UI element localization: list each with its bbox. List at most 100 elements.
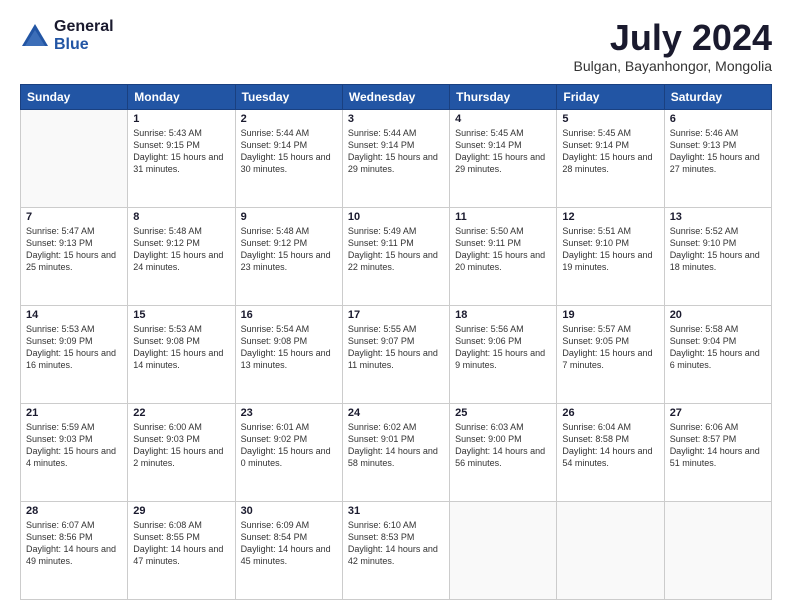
sunset-text: Sunset: 9:09 PM bbox=[26, 335, 122, 347]
sunrise-text: Sunrise: 6:08 AM bbox=[133, 519, 229, 531]
cell-details: Sunrise: 5:53 AM Sunset: 9:09 PM Dayligh… bbox=[26, 323, 122, 372]
sunrise-text: Sunrise: 5:46 AM bbox=[670, 127, 766, 139]
daylight-text: Daylight: 14 hours and 58 minutes. bbox=[348, 445, 444, 469]
day-number: 14 bbox=[26, 309, 122, 321]
sunset-text: Sunset: 9:13 PM bbox=[670, 139, 766, 151]
cell-details: Sunrise: 6:00 AM Sunset: 9:03 PM Dayligh… bbox=[133, 421, 229, 470]
day-number: 22 bbox=[133, 407, 229, 419]
day-number: 17 bbox=[348, 309, 444, 321]
sunset-text: Sunset: 8:55 PM bbox=[133, 531, 229, 543]
daylight-text: Daylight: 15 hours and 13 minutes. bbox=[241, 347, 337, 371]
daylight-text: Daylight: 15 hours and 31 minutes. bbox=[133, 151, 229, 175]
sunset-text: Sunset: 9:08 PM bbox=[241, 335, 337, 347]
calendar-cell: 26 Sunrise: 6:04 AM Sunset: 8:58 PM Dayl… bbox=[557, 403, 664, 501]
col-monday: Monday bbox=[128, 84, 235, 109]
sunset-text: Sunset: 9:14 PM bbox=[348, 139, 444, 151]
day-number: 18 bbox=[455, 309, 551, 321]
sunrise-text: Sunrise: 5:57 AM bbox=[562, 323, 658, 335]
daylight-text: Daylight: 14 hours and 45 minutes. bbox=[241, 543, 337, 567]
daylight-text: Daylight: 15 hours and 20 minutes. bbox=[455, 249, 551, 273]
calendar-cell: 20 Sunrise: 5:58 AM Sunset: 9:04 PM Dayl… bbox=[664, 305, 771, 403]
cell-details: Sunrise: 5:45 AM Sunset: 9:14 PM Dayligh… bbox=[455, 127, 551, 176]
col-saturday: Saturday bbox=[664, 84, 771, 109]
cell-details: Sunrise: 5:44 AM Sunset: 9:14 PM Dayligh… bbox=[348, 127, 444, 176]
sunrise-text: Sunrise: 5:58 AM bbox=[670, 323, 766, 335]
day-number: 5 bbox=[562, 113, 658, 125]
cell-details: Sunrise: 5:47 AM Sunset: 9:13 PM Dayligh… bbox=[26, 225, 122, 274]
cell-details: Sunrise: 5:46 AM Sunset: 9:13 PM Dayligh… bbox=[670, 127, 766, 176]
sunset-text: Sunset: 9:14 PM bbox=[241, 139, 337, 151]
sunrise-text: Sunrise: 6:04 AM bbox=[562, 421, 658, 433]
cell-details: Sunrise: 5:48 AM Sunset: 9:12 PM Dayligh… bbox=[133, 225, 229, 274]
calendar-week-2: 7 Sunrise: 5:47 AM Sunset: 9:13 PM Dayli… bbox=[21, 207, 772, 305]
sunset-text: Sunset: 9:14 PM bbox=[562, 139, 658, 151]
sunset-text: Sunset: 9:08 PM bbox=[133, 335, 229, 347]
sunset-text: Sunset: 9:10 PM bbox=[562, 237, 658, 249]
sunrise-text: Sunrise: 5:47 AM bbox=[26, 225, 122, 237]
sunrise-text: Sunrise: 5:48 AM bbox=[241, 225, 337, 237]
calendar-cell: 21 Sunrise: 5:59 AM Sunset: 9:03 PM Dayl… bbox=[21, 403, 128, 501]
daylight-text: Daylight: 14 hours and 56 minutes. bbox=[455, 445, 551, 469]
col-wednesday: Wednesday bbox=[342, 84, 449, 109]
daylight-text: Daylight: 15 hours and 14 minutes. bbox=[133, 347, 229, 371]
daylight-text: Daylight: 15 hours and 6 minutes. bbox=[670, 347, 766, 371]
calendar-cell: 14 Sunrise: 5:53 AM Sunset: 9:09 PM Dayl… bbox=[21, 305, 128, 403]
calendar-cell: 13 Sunrise: 5:52 AM Sunset: 9:10 PM Dayl… bbox=[664, 207, 771, 305]
cell-details: Sunrise: 5:53 AM Sunset: 9:08 PM Dayligh… bbox=[133, 323, 229, 372]
page: General Blue July 2024 Bulgan, Bayanhong… bbox=[0, 0, 792, 612]
calendar-cell: 12 Sunrise: 5:51 AM Sunset: 9:10 PM Dayl… bbox=[557, 207, 664, 305]
sunrise-text: Sunrise: 6:00 AM bbox=[133, 421, 229, 433]
day-number: 1 bbox=[133, 113, 229, 125]
day-number: 2 bbox=[241, 113, 337, 125]
sunrise-text: Sunrise: 5:54 AM bbox=[241, 323, 337, 335]
calendar-cell: 10 Sunrise: 5:49 AM Sunset: 9:11 PM Dayl… bbox=[342, 207, 449, 305]
day-number: 30 bbox=[241, 505, 337, 517]
day-number: 26 bbox=[562, 407, 658, 419]
daylight-text: Daylight: 15 hours and 19 minutes. bbox=[562, 249, 658, 273]
sunset-text: Sunset: 9:03 PM bbox=[26, 433, 122, 445]
cell-details: Sunrise: 5:49 AM Sunset: 9:11 PM Dayligh… bbox=[348, 225, 444, 274]
calendar-cell: 11 Sunrise: 5:50 AM Sunset: 9:11 PM Dayl… bbox=[450, 207, 557, 305]
col-friday: Friday bbox=[557, 84, 664, 109]
sunrise-text: Sunrise: 5:49 AM bbox=[348, 225, 444, 237]
logo-blue: Blue bbox=[54, 36, 114, 54]
cell-details: Sunrise: 6:07 AM Sunset: 8:56 PM Dayligh… bbox=[26, 519, 122, 568]
day-number: 7 bbox=[26, 211, 122, 223]
calendar-cell: 6 Sunrise: 5:46 AM Sunset: 9:13 PM Dayli… bbox=[664, 109, 771, 207]
daylight-text: Daylight: 14 hours and 54 minutes. bbox=[562, 445, 658, 469]
calendar-cell: 22 Sunrise: 6:00 AM Sunset: 9:03 PM Dayl… bbox=[128, 403, 235, 501]
header: General Blue July 2024 Bulgan, Bayanhong… bbox=[20, 18, 772, 74]
location-subtitle: Bulgan, Bayanhongor, Mongolia bbox=[574, 58, 772, 74]
day-number: 27 bbox=[670, 407, 766, 419]
daylight-text: Daylight: 14 hours and 42 minutes. bbox=[348, 543, 444, 567]
sunrise-text: Sunrise: 5:51 AM bbox=[562, 225, 658, 237]
col-thursday: Thursday bbox=[450, 84, 557, 109]
sunrise-text: Sunrise: 6:02 AM bbox=[348, 421, 444, 433]
day-number: 23 bbox=[241, 407, 337, 419]
sunset-text: Sunset: 9:04 PM bbox=[670, 335, 766, 347]
title-block: July 2024 Bulgan, Bayanhongor, Mongolia bbox=[574, 18, 772, 74]
calendar-cell: 31 Sunrise: 6:10 AM Sunset: 8:53 PM Dayl… bbox=[342, 501, 449, 599]
sunset-text: Sunset: 9:14 PM bbox=[455, 139, 551, 151]
cell-details: Sunrise: 5:44 AM Sunset: 9:14 PM Dayligh… bbox=[241, 127, 337, 176]
cell-details: Sunrise: 5:48 AM Sunset: 9:12 PM Dayligh… bbox=[241, 225, 337, 274]
logo-icon bbox=[20, 22, 50, 50]
day-number: 12 bbox=[562, 211, 658, 223]
calendar-week-5: 28 Sunrise: 6:07 AM Sunset: 8:56 PM Dayl… bbox=[21, 501, 772, 599]
calendar-cell: 1 Sunrise: 5:43 AM Sunset: 9:15 PM Dayli… bbox=[128, 109, 235, 207]
calendar-cell: 16 Sunrise: 5:54 AM Sunset: 9:08 PM Dayl… bbox=[235, 305, 342, 403]
calendar-cell: 17 Sunrise: 5:55 AM Sunset: 9:07 PM Dayl… bbox=[342, 305, 449, 403]
sunrise-text: Sunrise: 5:48 AM bbox=[133, 225, 229, 237]
sunrise-text: Sunrise: 6:03 AM bbox=[455, 421, 551, 433]
cell-details: Sunrise: 5:54 AM Sunset: 9:08 PM Dayligh… bbox=[241, 323, 337, 372]
sunset-text: Sunset: 9:05 PM bbox=[562, 335, 658, 347]
sunset-text: Sunset: 9:02 PM bbox=[241, 433, 337, 445]
col-tuesday: Tuesday bbox=[235, 84, 342, 109]
day-number: 24 bbox=[348, 407, 444, 419]
cell-details: Sunrise: 5:45 AM Sunset: 9:14 PM Dayligh… bbox=[562, 127, 658, 176]
sunset-text: Sunset: 9:03 PM bbox=[133, 433, 229, 445]
sunset-text: Sunset: 9:07 PM bbox=[348, 335, 444, 347]
daylight-text: Daylight: 14 hours and 49 minutes. bbox=[26, 543, 122, 567]
daylight-text: Daylight: 15 hours and 28 minutes. bbox=[562, 151, 658, 175]
sunrise-text: Sunrise: 5:45 AM bbox=[455, 127, 551, 139]
